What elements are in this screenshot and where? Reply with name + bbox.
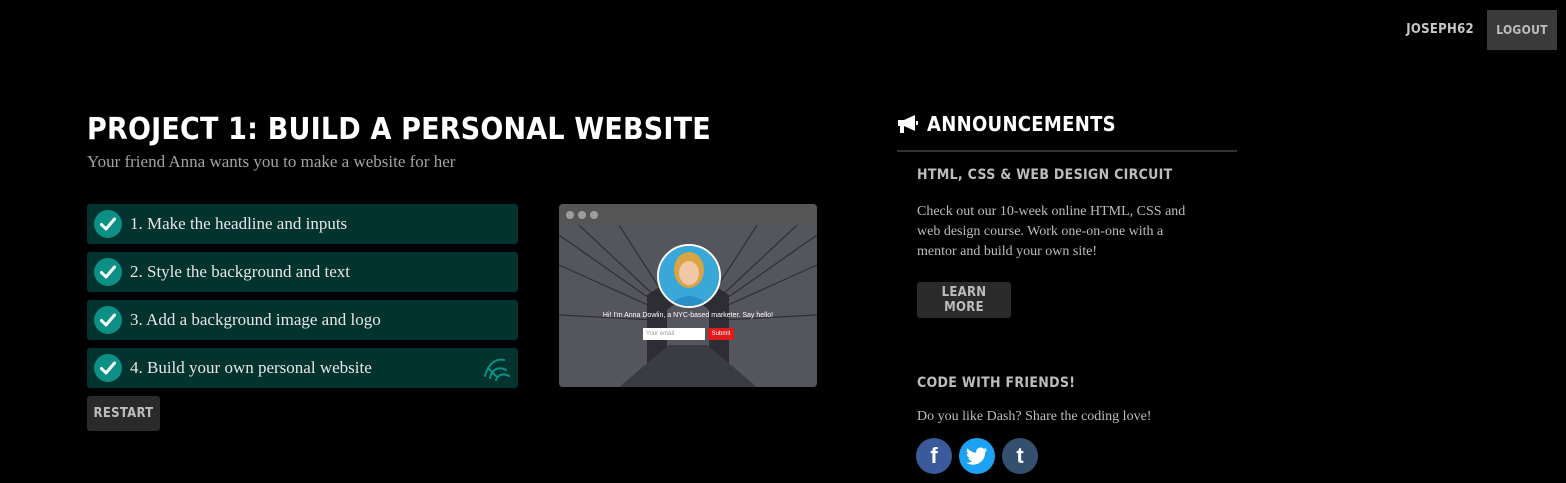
avatar (657, 244, 721, 308)
announcements-title: ANNOUNCEMENTS (927, 112, 1116, 136)
preview-email-field: Your email (643, 328, 705, 340)
tumblr-icon[interactable]: t (1002, 438, 1038, 474)
circuit-description: Check out our 10-week online HTML, CSS a… (917, 204, 1186, 259)
task-item-4[interactable]: 4. Build your own personal website (87, 348, 518, 388)
task-label: 2. Style the background and text (130, 262, 351, 281)
task-item-1[interactable]: 1. Make the headline and inputs (87, 204, 518, 244)
megaphone-icon (898, 115, 918, 133)
friends-title: CODE WITH FRIENDS! (917, 375, 1076, 391)
friends-description: Do you like Dash? Share the coding love! (917, 409, 1152, 424)
task-label: 1. Make the headline and inputs (130, 214, 348, 233)
window-dot (578, 210, 586, 219)
badge-icon (484, 358, 510, 381)
task-item-3[interactable]: 3. Add a background image and logo (87, 300, 518, 340)
username-label: JOSEPH62 (1406, 22, 1474, 37)
checkmark-icon (94, 306, 122, 334)
circuit-title: HTML, CSS & WEB DESIGN CIRCUIT (917, 167, 1173, 183)
restart-button[interactable]: RESTART (87, 396, 160, 431)
task-item-2[interactable]: 2. Style the background and text (87, 252, 518, 292)
checkmark-icon (94, 210, 122, 238)
window-dot (590, 210, 598, 219)
task-label: 4. Build your own personal website (130, 358, 372, 377)
checkmark-icon (94, 258, 122, 286)
page-title: PROJECT 1: BUILD A PERSONAL WEBSITE (87, 112, 711, 147)
preview-intro-text: Hi! I'm Anna Dowlin, a NYC-based markete… (602, 312, 774, 319)
facebook-icon[interactable]: f (916, 438, 952, 474)
twitter-icon[interactable] (959, 438, 995, 474)
project-preview[interactable]: Hi! I'm Anna Dowlin, a NYC-based markete… (559, 204, 817, 387)
task-label: 3. Add a background image and logo (130, 310, 381, 329)
window-dot (566, 210, 574, 219)
browser-chrome (559, 204, 817, 225)
task-list: 1. Make the headline and inputs 2. Style… (87, 204, 518, 396)
learn-more-button[interactable]: LEARN MORE (917, 282, 1011, 318)
announcements-header: ANNOUNCEMENTS (897, 110, 1237, 152)
page-subtitle: Your friend Anna wants you to make a web… (87, 152, 456, 171)
checkmark-icon (94, 354, 122, 382)
preview-submit-button: Submit (708, 328, 734, 340)
logout-button[interactable]: LOGOUT (1487, 10, 1557, 50)
